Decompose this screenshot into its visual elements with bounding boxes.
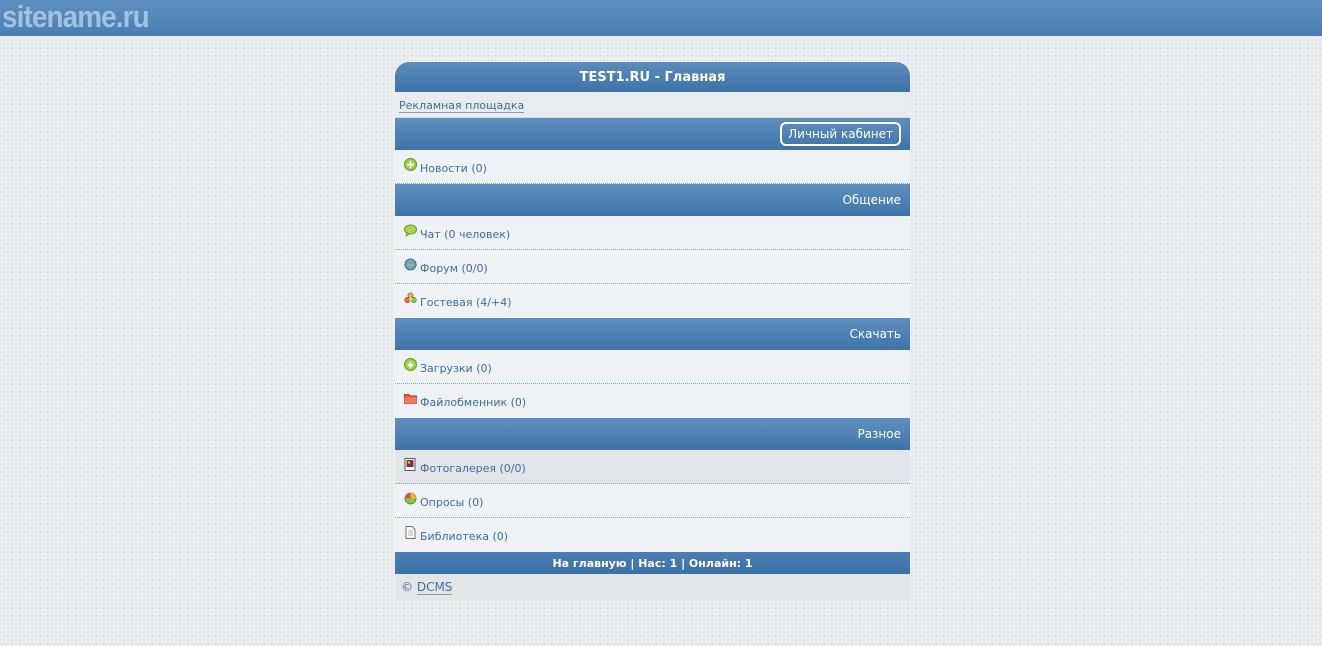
menu-item-news[interactable]: Новости (0) xyxy=(395,150,910,184)
download-icon xyxy=(404,358,417,371)
menu-item-label[interactable]: Новости (0) xyxy=(420,162,487,175)
menu-item-photo-gallery[interactable]: Фотогалерея (0/0) xyxy=(395,450,910,484)
section-header-download: Скачать xyxy=(395,318,910,350)
personal-cabinet-button[interactable]: Личный кабинет xyxy=(780,122,901,146)
menu-item-label[interactable]: Чат (0 человек) xyxy=(420,228,510,241)
document-icon xyxy=(405,526,416,539)
menu-item-guestbook[interactable]: Гостевая (4/+4) xyxy=(395,284,910,318)
photo-icon xyxy=(404,458,416,471)
menu-item-label[interactable]: Фотогалерея (0/0) xyxy=(420,462,526,475)
page-title: TEST1.RU - Главная xyxy=(395,62,910,92)
section-header-misc: Разное xyxy=(395,418,910,450)
top-header-bar: sitename.ru xyxy=(0,0,1322,36)
menu-item-file-exchange[interactable]: Файлобменник (0) xyxy=(395,384,910,418)
menu-item-forum[interactable]: Форум (0/0) xyxy=(395,250,910,284)
plus-circle-icon xyxy=(404,158,417,171)
section-header-communication: Общение xyxy=(395,184,910,216)
account-bar: Личный кабинет xyxy=(395,118,910,150)
ad-link[interactable]: Рекламная площадка xyxy=(399,99,525,113)
folder-icon xyxy=(404,394,417,404)
flower-icon xyxy=(404,292,417,303)
menu-item-label[interactable]: Библиотека (0) xyxy=(420,530,508,543)
menu-item-label[interactable]: Файлобменник (0) xyxy=(420,396,526,409)
ad-row: Рекламная площадка xyxy=(395,92,910,118)
menu-item-chat[interactable]: Чат (0 человек) xyxy=(395,216,910,250)
dcms-link[interactable]: DCMS xyxy=(416,580,453,595)
site-logo[interactable]: sitename.ru xyxy=(2,0,150,37)
copyright-row: © DCMS xyxy=(395,574,910,600)
menu-item-label[interactable]: Опросы (0) xyxy=(420,496,483,509)
globe-icon xyxy=(404,258,417,271)
copyright-symbol: © xyxy=(401,580,413,594)
menu-item-downloads[interactable]: Загрузки (0) xyxy=(395,350,910,384)
main-panel: TEST1.RU - Главная Рекламная площадка Ли… xyxy=(395,62,910,600)
menu-item-label[interactable]: Форум (0/0) xyxy=(420,262,488,275)
menu-item-label[interactable]: Гостевая (4/+4) xyxy=(420,296,512,309)
menu-item-polls[interactable]: Опросы (0) xyxy=(395,484,910,518)
menu-item-library[interactable]: Библиотека (0) xyxy=(395,518,910,552)
pie-chart-icon xyxy=(404,492,417,505)
menu-item-label[interactable]: Загрузки (0) xyxy=(420,362,492,375)
footer-stats-bar[interactable]: На главную | Нас: 1 | Онлайн: 1 xyxy=(395,552,910,574)
chat-bubble-icon xyxy=(404,224,417,237)
